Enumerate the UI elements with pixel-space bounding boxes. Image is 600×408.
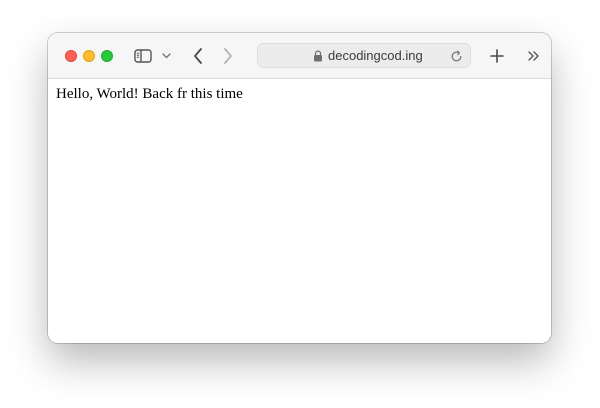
more-toolbar-items-button[interactable] <box>522 44 544 68</box>
sidebar-menu-button[interactable] <box>159 44 173 68</box>
address-bar[interactable]: decodingcod.ing <box>257 43 471 68</box>
close-window-button[interactable] <box>65 50 77 62</box>
zoom-window-button[interactable] <box>101 50 113 62</box>
address-bar-url: decodingcod.ing <box>328 48 423 63</box>
chevron-down-icon <box>161 53 171 59</box>
plus-icon <box>490 49 504 63</box>
sidebar-icon <box>134 49 152 63</box>
back-button[interactable] <box>188 44 208 68</box>
browser-window: decodingcod.ing Hello, World! Back fr th… <box>48 33 551 343</box>
reload-icon <box>451 50 461 61</box>
new-tab-button[interactable] <box>486 44 508 68</box>
lock-icon <box>314 50 322 62</box>
double-chevron-right-icon <box>527 51 539 61</box>
page-content: Hello, World! Back fr this time <box>48 79 551 343</box>
minimize-window-button[interactable] <box>83 50 95 62</box>
reload-button[interactable] <box>448 48 464 64</box>
back-icon <box>194 48 202 64</box>
forward-icon <box>224 48 232 64</box>
browser-toolbar: decodingcod.ing <box>48 33 551 79</box>
page-body-text: Hello, World! Back fr this time <box>56 86 243 102</box>
forward-button[interactable] <box>218 44 238 68</box>
sidebar-toggle-button[interactable] <box>132 44 154 68</box>
